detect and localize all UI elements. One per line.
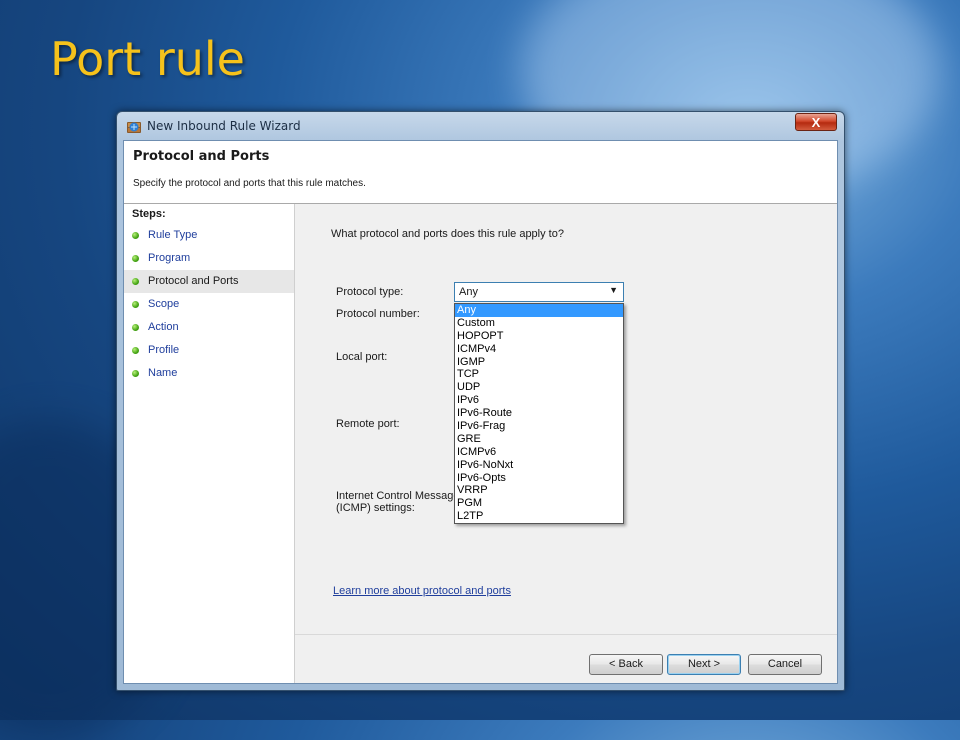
step-item-name[interactable]: Name bbox=[124, 362, 294, 385]
dropdown-option[interactable]: ICMPv6 bbox=[455, 446, 623, 459]
dropdown-option[interactable]: TCP bbox=[455, 368, 623, 381]
question-text: What protocol and ports does this rule a… bbox=[331, 228, 564, 240]
window-titlebar[interactable]: New Inbound Rule Wizard X bbox=[117, 112, 844, 140]
green-bullet-icon bbox=[132, 255, 139, 262]
protocol-type-select[interactable]: Any ▼ bbox=[454, 282, 624, 302]
green-bullet-icon bbox=[132, 301, 139, 308]
protocol-settings-panel: What protocol and ports does this rule a… bbox=[295, 204, 837, 634]
remote-port-label: Remote port: bbox=[336, 418, 400, 430]
wizard-window: New Inbound Rule Wizard X Protocol and P… bbox=[116, 111, 845, 691]
close-x-icon: X bbox=[811, 115, 821, 130]
icmp-settings-label: Internet Control Message (ICMP) settings… bbox=[336, 490, 460, 514]
dropdown-option[interactable]: IGMP bbox=[455, 356, 623, 369]
protocol-number-label: Protocol number: bbox=[336, 308, 420, 320]
green-bullet-icon bbox=[132, 324, 139, 331]
step-item-scope[interactable]: Scope bbox=[124, 293, 294, 316]
steps-heading: Steps: bbox=[132, 208, 166, 220]
dropdown-option[interactable]: IPv6 bbox=[455, 394, 623, 407]
dropdown-option[interactable]: HOPOPT bbox=[455, 330, 623, 343]
protocol-type-value: Any bbox=[459, 286, 478, 298]
green-bullet-icon bbox=[132, 278, 139, 285]
step-item-rule-type[interactable]: Rule Type bbox=[124, 224, 294, 247]
firewall-shield-icon bbox=[127, 122, 141, 133]
wizard-client-area: Protocol and Ports Specify the protocol … bbox=[123, 140, 838, 684]
steps-panel: Steps: Rule Type Program Protocol and Po… bbox=[124, 204, 295, 683]
icmp-label-line: Internet Control Message bbox=[336, 490, 460, 502]
step-label: Program bbox=[148, 252, 191, 264]
step-label: Scope bbox=[148, 298, 180, 310]
step-item-program[interactable]: Program bbox=[124, 247, 294, 270]
step-item-profile[interactable]: Profile bbox=[124, 339, 294, 362]
icmp-label-line: (ICMP) settings: bbox=[336, 502, 415, 514]
slide-title: Port rule bbox=[50, 32, 245, 86]
dropdown-option[interactable]: L2TP bbox=[455, 510, 623, 523]
step-item-protocol-and-ports[interactable]: Protocol and Ports bbox=[124, 270, 294, 293]
page-title: Protocol and Ports bbox=[133, 149, 270, 164]
step-label: Protocol and Ports bbox=[148, 275, 239, 287]
protocol-type-dropdown-list[interactable]: Any Custom HOPOPT ICMPv4 IGMP TCP UDP IP… bbox=[454, 303, 624, 525]
dropdown-option[interactable]: ICMPv4 bbox=[455, 343, 623, 356]
page-description: Specify the protocol and ports that this… bbox=[133, 178, 366, 189]
steps-list: Rule Type Program Protocol and Ports Sco… bbox=[124, 224, 294, 385]
dropdown-option[interactable]: VRRP bbox=[455, 484, 623, 497]
step-label: Rule Type bbox=[148, 229, 198, 241]
step-item-action[interactable]: Action bbox=[124, 316, 294, 339]
step-label: Action bbox=[148, 321, 179, 333]
dropdown-option[interactable]: IPv6-NoNxt bbox=[455, 459, 623, 472]
dropdown-option[interactable]: PGM bbox=[455, 497, 623, 510]
dropdown-option[interactable]: IPv6-Opts bbox=[455, 472, 623, 485]
protocol-type-label: Protocol type: bbox=[336, 286, 404, 298]
step-label: Name bbox=[148, 367, 178, 379]
next-button[interactable]: Next > bbox=[667, 654, 741, 675]
wizard-header: Protocol and Ports Specify the protocol … bbox=[124, 141, 837, 204]
dropdown-option[interactable]: Any bbox=[455, 304, 623, 317]
dropdown-option[interactable]: GRE bbox=[455, 433, 623, 446]
green-bullet-icon bbox=[132, 232, 139, 239]
wizard-footer: < Back Next > Cancel bbox=[295, 634, 837, 683]
local-port-label: Local port: bbox=[336, 351, 388, 363]
dropdown-option[interactable]: IPv6-Frag bbox=[455, 420, 623, 433]
close-button[interactable]: X bbox=[795, 113, 837, 131]
learn-more-link[interactable]: Learn more about protocol and ports bbox=[333, 585, 511, 597]
green-bullet-icon bbox=[132, 347, 139, 354]
dropdown-option[interactable]: IPv6-Route bbox=[455, 407, 623, 420]
chevron-down-icon[interactable]: ▼ bbox=[609, 285, 618, 295]
cancel-button[interactable]: Cancel bbox=[748, 654, 822, 675]
dropdown-option[interactable]: Custom bbox=[455, 317, 623, 330]
green-bullet-icon bbox=[132, 370, 139, 377]
step-label: Profile bbox=[148, 344, 180, 356]
window-title: New Inbound Rule Wizard bbox=[147, 119, 301, 133]
back-button[interactable]: < Back bbox=[589, 654, 663, 675]
dropdown-option[interactable]: UDP bbox=[455, 381, 623, 394]
